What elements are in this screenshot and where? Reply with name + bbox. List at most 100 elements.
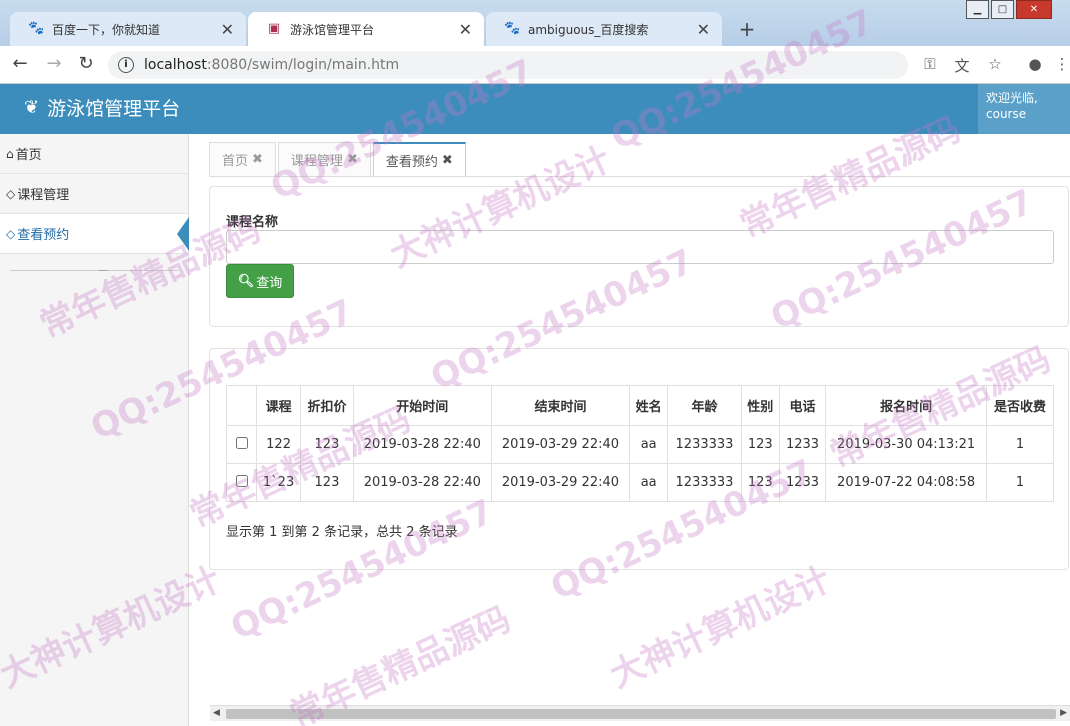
url-host: localhost [144, 57, 207, 73]
close-icon[interactable]: ✖ [442, 153, 453, 168]
column-header[interactable]: 课程 [255, 385, 302, 426]
results-panel: 课程 折扣价 开始时间 结束时间 姓名 年龄 性别 电话 报名时间 是否收费 1… [209, 348, 1069, 570]
site-favicon: ▣ [267, 21, 281, 36]
select-column-header [226, 385, 257, 426]
browser-tab-baidu[interactable]: 🐾 百度一下，你就知道 ✕ [10, 12, 246, 46]
scrollbar-thumb[interactable] [226, 709, 1056, 719]
table-cell: aa [629, 425, 669, 464]
url-input[interactable]: i localhost:8080/swim/login/main.htm [108, 51, 908, 79]
row-checkbox[interactable] [235, 436, 248, 449]
column-header[interactable]: 折扣价 [300, 385, 354, 426]
table-header-row: 课程 折扣价 开始时间 结束时间 姓名 年龄 性别 电话 报名时间 是否收费 [226, 385, 1054, 426]
close-window-icon[interactable]: ✕ [1016, 0, 1052, 19]
app-title: 游泳馆管理平台 [47, 98, 181, 120]
table-cell: 123 [740, 425, 780, 464]
scroll-right-icon[interactable]: ▶ [1060, 708, 1067, 718]
maximize-icon[interactable]: □ [991, 0, 1014, 19]
welcome-text: 欢迎光临, [986, 91, 1038, 105]
tab-title: 游泳馆管理平台 [290, 22, 375, 37]
table-cell: 2019-03-28 22:40 [352, 425, 492, 464]
user-welcome[interactable]: 欢迎光临, course [978, 84, 1070, 134]
baidu-paw-icon: 🐾 [504, 21, 521, 36]
column-header[interactable]: 电话 [778, 385, 827, 426]
star-icon[interactable]: ☆ [985, 55, 1005, 73]
sidebar-item-view-bookings[interactable]: ◇ 查看预约 [0, 214, 189, 254]
row-checkbox[interactable] [235, 474, 248, 487]
table-cell: 1 [986, 463, 1054, 502]
key-icon[interactable]: ⚿ [920, 55, 940, 73]
row-select-cell [226, 425, 257, 464]
close-tab-icon[interactable]: ✕ [697, 20, 710, 39]
sidebar-item-label: 查看预约 [17, 228, 70, 243]
column-header[interactable]: 开始时间 [352, 385, 492, 426]
translate-icon[interactable]: 文 [952, 55, 972, 76]
tab-view-bookings[interactable]: 查看预约 ✖ [372, 142, 466, 176]
browser-tab-swim[interactable]: ▣ 游泳馆管理平台 ✕ [248, 12, 484, 46]
search-button-label: 查询 [256, 275, 283, 291]
table-row[interactable]: 122 123 2019-03-28 22:40 2019-03-29 22:4… [226, 425, 1054, 464]
close-tab-icon[interactable]: ✕ [459, 20, 472, 39]
table-cell: 1233333 [667, 425, 742, 464]
baidu-paw-icon: 🐾 [28, 21, 45, 36]
close-icon[interactable]: ✖ [252, 152, 263, 167]
column-header[interactable]: 年龄 [667, 385, 742, 426]
tab-label: 查看预约 [385, 154, 438, 170]
new-tab-icon[interactable]: + [736, 17, 758, 41]
course-name-label: 课程名称 [226, 215, 279, 230]
table-cell: 1 [986, 425, 1054, 464]
main-content: 首页 ✖ 课程管理 ✖ 查看预约 ✖ 课程名称 🔍︎ 查询 课程 折扣价 开始时… [189, 134, 1070, 726]
sidebar-item-label: 首页 [15, 148, 42, 163]
table-cell: 123 [300, 463, 354, 502]
forward-icon[interactable]: → [42, 53, 66, 74]
table-cell: 1233 [778, 463, 827, 502]
minimize-icon[interactable]: ▁ [966, 0, 989, 19]
menu-icon[interactable]: ⋮ [1052, 55, 1070, 73]
close-icon[interactable]: ✖ [347, 152, 358, 167]
sidebar-item-course-management[interactable]: ◇ 课程管理 [0, 174, 188, 214]
search-panel: 课程名称 🔍︎ 查询 [209, 186, 1069, 327]
tab-divider [209, 176, 1070, 177]
search-icon: 🔍︎ [237, 273, 255, 289]
url-path: :8080/swim/login/main.htm [206, 57, 400, 73]
table-cell: 1233 [778, 425, 827, 464]
sidebar-collapse-divider[interactable]: — [10, 265, 178, 276]
table-cell: 2019-03-29 22:40 [490, 425, 631, 464]
account-icon[interactable]: ● [1025, 55, 1045, 73]
column-header[interactable]: 性别 [740, 385, 780, 426]
horizontal-scrollbar[interactable]: ◀ ▶ [210, 705, 1070, 721]
column-header[interactable]: 报名时间 [825, 385, 988, 426]
sidebar-item-home[interactable]: ⌂ 首页 [0, 134, 188, 174]
app-logo: ❦ 游泳馆管理平台 [24, 94, 180, 121]
close-tab-icon[interactable]: ✕ [221, 20, 234, 39]
search-button[interactable]: 🔍︎ 查询 [226, 264, 294, 298]
row-select-cell [226, 463, 257, 502]
back-icon[interactable]: ← [8, 53, 32, 74]
tab-course-management[interactable]: 课程管理 ✖ [277, 142, 371, 176]
table-cell: 2019-03-29 22:40 [490, 463, 631, 502]
table-cell: 2019-03-28 22:40 [352, 463, 492, 502]
table-cell: 123 [300, 425, 354, 464]
browser-tab-search[interactable]: 🐾 ambiguous_百度搜索 ✕ [486, 12, 722, 46]
column-header[interactable]: 是否收费 [986, 385, 1054, 426]
tab-title: ambiguous_百度搜索 [528, 22, 649, 37]
username: course [986, 107, 1027, 121]
info-icon[interactable]: i [118, 57, 134, 73]
table-cell: aa [629, 463, 669, 502]
table-cell: 2019-07-22 04:08:58 [825, 463, 988, 502]
active-indicator [177, 217, 189, 251]
scroll-left-icon[interactable]: ◀ [213, 708, 220, 718]
column-header[interactable]: 姓名 [629, 385, 669, 426]
page-tabs: 首页 ✖ 课程管理 ✖ 查看预约 ✖ [209, 142, 468, 176]
table-cell: 123 [740, 463, 780, 502]
course-name-input[interactable] [226, 230, 1054, 264]
table-row[interactable]: 1`23 123 2019-03-28 22:40 2019-03-29 22:… [226, 463, 1054, 502]
table-cell: 2019-03-30 04:13:21 [825, 425, 988, 464]
sidebar: ⌂ 首页 ◇ 课程管理 ◇ 查看预约 — [0, 134, 189, 726]
column-header[interactable]: 结束时间 [490, 385, 631, 426]
app-header: ❦ 游泳馆管理平台 欢迎光临, course [0, 84, 1070, 134]
table-cell: 122 [255, 425, 302, 464]
tab-home[interactable]: 首页 ✖ [209, 142, 276, 176]
reload-icon[interactable]: ↻ [74, 53, 98, 74]
diamond-icon: ◇ [6, 186, 16, 201]
sidebar-item-label: 课程管理 [17, 188, 70, 203]
